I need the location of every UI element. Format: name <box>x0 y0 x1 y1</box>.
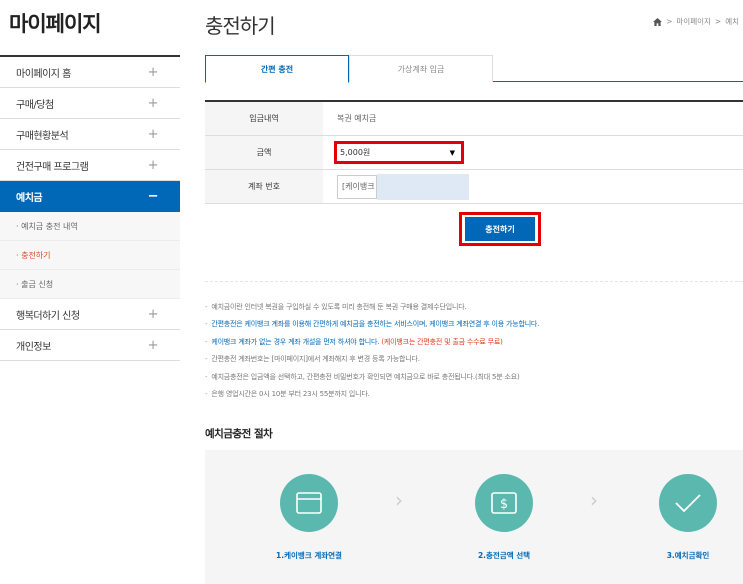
form-value: 복권 예치금 <box>337 114 377 123</box>
page-title: 충전하기 <box>205 14 276 38</box>
plus-icon: + <box>147 64 159 80</box>
notice-list: - 예치금이란 인터넷 복권을 구입하실 수 있도록 미리 충전해 둔 복권 구매… <box>205 298 539 403</box>
plus-icon: + <box>147 95 159 111</box>
form-label: 계좌 번호 <box>205 170 323 203</box>
breadcrumb-separator: > <box>666 17 673 26</box>
form-row-amount: 금액 5,000원 ▼ <box>205 136 743 170</box>
charge-tabs: 간편 충전 가상계좌 입금 <box>205 55 743 83</box>
charge-button-highlight: 충전하기 <box>459 212 541 246</box>
dropdown-caret-icon: ▼ <box>449 148 455 157</box>
form-label: 입금내역 <box>205 102 323 135</box>
tab-easy-charge[interactable]: 간편 충전 <box>205 55 349 83</box>
sidebar-item-label: 개인정보 <box>16 341 51 353</box>
plus-icon: + <box>147 126 159 142</box>
process-step-2: $ 2.충전금액 선택 <box>444 474 564 561</box>
card-icon <box>280 474 338 532</box>
charge-button[interactable]: 충전하기 <box>465 217 535 241</box>
breadcrumb: > 마이페이지 > 예치 <box>653 16 739 27</box>
breadcrumb-item[interactable]: 마이페이지 <box>676 16 711 27</box>
plus-icon: + <box>147 337 159 353</box>
svg-text:$: $ <box>500 497 508 512</box>
process-step-label: 3.예치금확인 <box>666 551 710 560</box>
process-step-1: 1.케이뱅크 계좌연결 <box>249 474 369 561</box>
process-title: 예치금충전 절차 <box>205 428 273 440</box>
notice-item: - 예치금이란 인터넷 복권을 구입하실 수 있도록 미리 충전해 둔 복권 구매… <box>205 302 467 311</box>
charge-form: 입금내역 복권 예치금 금액 5,000원 ▼ 계좌 번호 [케이뱅크 <box>205 100 743 204</box>
sidebar-item-label: 구매/당첨 <box>16 99 54 111</box>
minus-icon: − <box>147 189 159 204</box>
chevron-right-icon: › <box>590 488 598 512</box>
sidebar-title: 마이페이지 <box>9 12 102 36</box>
sidebar-item-purchase-analysis[interactable]: 구매현황분석 + <box>0 119 180 150</box>
notice-item: - 케이뱅크 계좌가 없는 경우 계좌 개설을 먼저 하셔야 합니다. (케이뱅크… <box>205 337 503 346</box>
sidebar-item-mypage-home[interactable]: 마이페이지 홈 + <box>0 57 180 88</box>
sidebar-item-personal-info[interactable]: 개인정보 + <box>0 330 180 361</box>
sidebar-subitem-withdraw[interactable]: · 출금 신청 <box>0 270 180 299</box>
sidebar-subitem-deposit-history[interactable]: · 예치금 충전 내역 <box>0 212 180 241</box>
account-number-field: [케이뱅크 <box>337 173 469 200</box>
divider <box>205 281 743 282</box>
process-step-3: 3.예치금확인 <box>628 474 743 561</box>
sidebar-nav: 마이페이지 홈 + 구매/당첨 + 구매현황분석 + 건전구매 프로그램 + 예… <box>0 55 180 361</box>
chevron-right-icon: › <box>395 488 403 512</box>
sidebar-item-label: 행복더하기 신청 <box>16 310 80 322</box>
notice-highlight: (케이뱅크는 간편충전 및 출금 수수료 무료) <box>381 337 503 346</box>
notice-item: - 예치금충전은 입금액을 선택하고, 간편충전 비밀번호가 확인되면 예치금으로… <box>205 372 520 381</box>
plus-icon: + <box>147 157 159 173</box>
breadcrumb-separator: > <box>714 17 722 26</box>
tab-virtual-account[interactable]: 가상계좌 입금 <box>349 55 493 82</box>
sidebar-item-happiness-plus[interactable]: 행복더하기 신청 + <box>0 299 180 330</box>
notice-item: - 은행 영업시간은 0시 10분 부터 23시 55분까지 입니다. <box>205 390 370 399</box>
form-label: 금액 <box>205 136 323 169</box>
plus-icon: + <box>147 306 159 322</box>
account-bank-label: [케이뱅크 <box>337 174 377 199</box>
sidebar-item-label: 건전구매 프로그램 <box>16 161 89 173</box>
money-icon: $ <box>475 474 533 532</box>
sidebar-sub-list: · 예치금 충전 내역 · 충전하기 · 출금 신청 <box>0 212 180 299</box>
breadcrumb-item[interactable]: 예치 <box>725 16 739 27</box>
sidebar-item-healthy-purchase[interactable]: 건전구매 프로그램 + <box>0 150 180 181</box>
amount-select-value: 5,000원 <box>340 148 371 157</box>
sidebar-item-label: 예치금 <box>16 193 43 204</box>
check-icon <box>659 474 717 532</box>
form-row-deposit-type: 입금내역 복권 예치금 <box>205 102 743 136</box>
form-row-account: 계좌 번호 [케이뱅크 <box>205 170 743 204</box>
amount-select[interactable]: 5,000원 ▼ <box>334 141 464 164</box>
sidebar-item-deposit[interactable]: 예치금 − <box>0 181 180 212</box>
sidebar-subitem-charge[interactable]: · 충전하기 <box>0 241 180 270</box>
home-icon[interactable] <box>653 17 663 26</box>
account-number-masked <box>377 173 469 200</box>
process-steps: 1.케이뱅크 계좌연결 › $ 2.충전금액 선택 › 3.예치금확인 <box>205 450 743 584</box>
process-step-label: 2.충전금액 선택 <box>477 551 531 560</box>
sidebar-item-label: 구매현황분석 <box>16 130 69 142</box>
sidebar-item-label: 마이페이지 홈 <box>16 68 71 80</box>
sidebar-item-purchase-win[interactable]: 구매/당첨 + <box>0 88 180 119</box>
notice-item: - 간편충전 계좌번호는 [마이페이지]에서 계좌해지 후 변경 등록 가능합니다… <box>205 355 420 364</box>
notice-item: - 간편충전은 케이뱅크 계좌를 이용해 간편하게 예치금을 충전하는 서비스이며… <box>205 320 540 329</box>
process-step-label: 1.케이뱅크 계좌연결 <box>276 551 342 560</box>
